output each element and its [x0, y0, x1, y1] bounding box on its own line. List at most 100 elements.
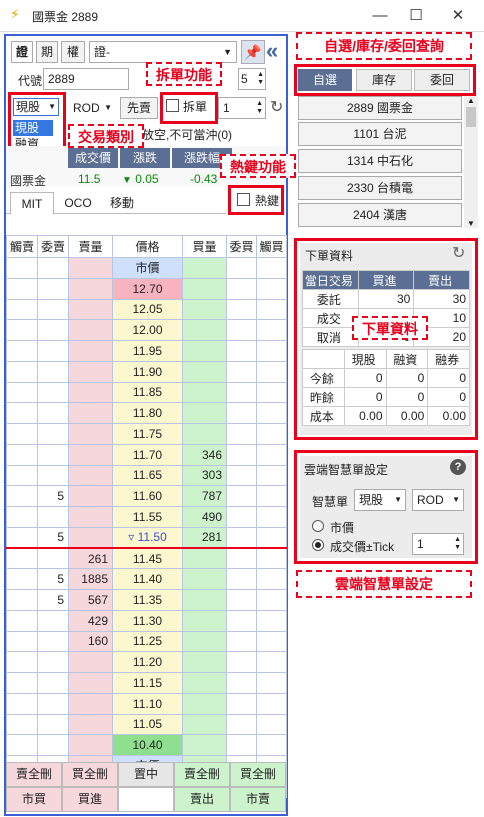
touch-buy-cell[interactable] — [256, 609, 287, 632]
help-icon[interactable]: ? — [450, 459, 466, 475]
cancel-all-sell-button[interactable]: 賣全刪 — [6, 762, 62, 787]
touch-buy-cell[interactable] — [256, 381, 287, 404]
bid-qty-cell[interactable] — [182, 568, 227, 590]
order-sell-cell[interactable] — [37, 651, 69, 673]
order-sell-cell[interactable] — [37, 630, 69, 653]
ask-qty-cell[interactable] — [68, 319, 113, 341]
bid-qty-cell[interactable]: 303 — [182, 464, 227, 487]
touch-sell-cell[interactable] — [6, 609, 38, 632]
order-buy-cell[interactable] — [226, 506, 257, 528]
touch-buy-cell[interactable] — [256, 568, 287, 590]
touch-sell-cell[interactable] — [6, 734, 38, 756]
touch-buy-cell[interactable] — [256, 692, 287, 715]
close-button[interactable]: ✕ — [444, 4, 472, 28]
ladder-row[interactable]: 11.85 — [6, 381, 287, 404]
touch-sell-cell[interactable] — [6, 589, 38, 611]
market-sell-button[interactable]: 市賣 — [230, 787, 286, 812]
ask-qty-cell[interactable]: 160 — [68, 630, 113, 653]
code-input[interactable]: 2889 — [43, 68, 129, 90]
bid-qty-cell[interactable] — [182, 630, 227, 653]
order-sell-cell[interactable] — [37, 298, 69, 321]
ladder-row[interactable]: 160 11.25 — [6, 630, 287, 653]
price-cell[interactable]: 12.05 — [112, 298, 183, 321]
ladder-row[interactable]: 261 11.45 — [6, 547, 287, 570]
price-cell[interactable]: 11.35 — [112, 589, 183, 611]
ask-qty-cell[interactable] — [68, 734, 113, 756]
touch-buy-cell[interactable] — [256, 319, 287, 341]
order-buy-cell[interactable] — [226, 319, 257, 341]
order-buy-cell[interactable] — [226, 464, 257, 487]
order-sell-cell[interactable] — [37, 319, 69, 341]
cancel-all-buy-right-button[interactable]: 買全刪 — [230, 762, 286, 787]
touch-sell-cell[interactable] — [6, 402, 38, 424]
order-sell-cell[interactable] — [37, 277, 69, 300]
minimize-button[interactable]: — — [366, 4, 394, 28]
order-buy-cell[interactable] — [226, 360, 257, 383]
order-buy-cell[interactable] — [226, 672, 257, 694]
ask-qty-cell[interactable] — [68, 443, 113, 466]
qty-input[interactable]: 5 ▲ ▼ — [238, 68, 266, 90]
touch-sell-cell[interactable] — [6, 340, 38, 362]
order-sell-cell[interactable] — [37, 609, 69, 632]
order-sell-cell[interactable] — [37, 692, 69, 715]
ask-qty-cell[interactable] — [68, 672, 113, 694]
touch-buy-cell[interactable] — [256, 713, 287, 736]
order-sell-cell[interactable] — [37, 360, 69, 383]
market-buy-button[interactable]: 市買 — [6, 787, 62, 812]
touch-buy-cell[interactable] — [256, 526, 287, 549]
touch-sell-cell[interactable] — [6, 630, 38, 653]
ladder-row[interactable]: 5 567 11.35 — [6, 589, 287, 611]
touch-buy-cell[interactable] — [256, 423, 287, 445]
ask-qty-cell[interactable] — [68, 692, 113, 715]
price-cell[interactable]: 11.15 — [112, 672, 183, 694]
order-buy-cell[interactable] — [226, 381, 257, 404]
order-sell-cell[interactable] — [37, 506, 69, 528]
ask-qty-cell[interactable] — [68, 257, 113, 279]
ladder-row[interactable]: 5 11.60 787 — [6, 485, 287, 507]
tick-input[interactable]: 1 ▲ ▼ — [412, 533, 464, 555]
order-buy-cell[interactable] — [226, 589, 257, 611]
touch-buy-cell[interactable] — [256, 464, 287, 487]
smart-type-select[interactable]: 現股 ▼ — [354, 489, 406, 511]
order-sell-cell[interactable] — [37, 547, 69, 570]
tab-inventory[interactable]: 庫存 — [356, 69, 412, 91]
order-sell-cell[interactable] — [37, 340, 69, 362]
price-cell[interactable]: 12.00 — [112, 319, 183, 341]
ask-qty-cell[interactable] — [68, 423, 113, 445]
order-buy-cell[interactable] — [226, 423, 257, 445]
touch-sell-cell[interactable] — [6, 360, 38, 383]
ladder-row[interactable]: 11.05 — [6, 713, 287, 736]
ask-qty-cell[interactable] — [68, 713, 113, 736]
touch-buy-cell[interactable] — [256, 734, 287, 756]
ask-qty-cell[interactable] — [68, 402, 113, 424]
price-cell[interactable]: 11.10 — [112, 692, 183, 715]
bid-qty-cell[interactable] — [182, 589, 227, 611]
ask-qty-cell[interactable] — [68, 485, 113, 507]
tick-radio[interactable] — [312, 539, 324, 551]
order-buy-cell[interactable] — [226, 485, 257, 507]
ask-qty-cell[interactable] — [68, 506, 113, 528]
order-buy-cell[interactable] — [226, 609, 257, 632]
ladder-row[interactable]: 11.95 — [6, 340, 287, 362]
touch-buy-cell[interactable] — [256, 443, 287, 466]
price-cell[interactable]: 11.90 — [112, 360, 183, 383]
ladder-row[interactable]: 11.70 346 — [6, 443, 287, 466]
watch-item[interactable]: 2889 國票金 — [298, 96, 462, 120]
scroll-thumb[interactable] — [466, 107, 476, 127]
touch-sell-cell[interactable] — [6, 547, 38, 570]
bid-qty-cell[interactable] — [182, 609, 227, 632]
stepper-icon[interactable]: ▲ ▼ — [454, 536, 461, 552]
split-qty-input[interactable]: 1 ▲ ▼ — [218, 97, 266, 119]
ask-qty-cell[interactable]: 567 — [68, 589, 113, 611]
tab-order-reply[interactable]: 委回 — [414, 69, 470, 91]
ladder-row[interactable]: 429 11.30 — [6, 609, 287, 632]
order-buy-cell[interactable] — [226, 630, 257, 653]
scroll-up-icon[interactable]: ▲ — [464, 96, 478, 105]
bid-qty-cell[interactable] — [182, 734, 227, 756]
bid-qty-cell[interactable]: 281 — [182, 526, 227, 549]
stepper-icon[interactable]: ▲ ▼ — [257, 71, 264, 87]
order-sell-cell[interactable] — [37, 423, 69, 445]
cancel-all-buy-button[interactable]: 買全刪 — [62, 762, 118, 787]
refresh-icon[interactable]: ↻ — [270, 97, 283, 117]
hotkey-checkbox[interactable] — [237, 193, 250, 206]
